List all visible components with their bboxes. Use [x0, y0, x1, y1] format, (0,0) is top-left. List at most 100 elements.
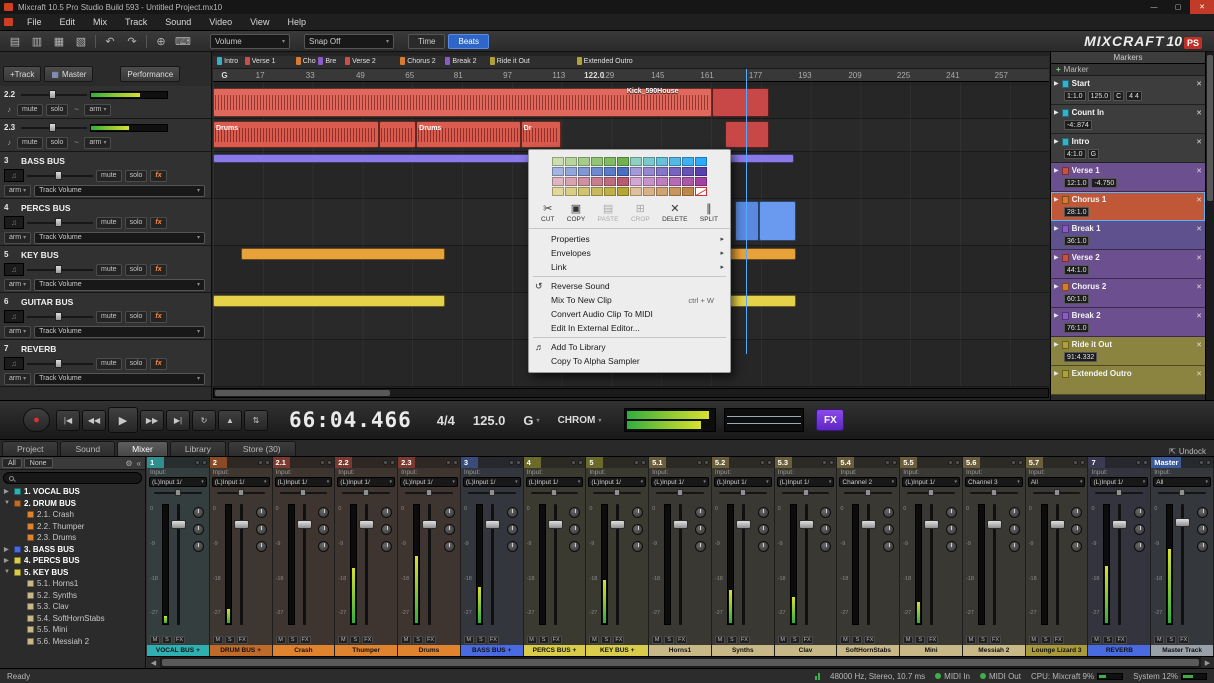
eq-low-knob[interactable] — [1009, 541, 1020, 552]
fx-button[interactable]: FX — [425, 636, 436, 644]
fader-handle[interactable] — [1112, 520, 1127, 529]
pan-handle[interactable] — [175, 489, 181, 496]
solo-button[interactable]: S — [350, 636, 360, 644]
color-swatch[interactable] — [630, 157, 642, 166]
pan-handle[interactable] — [803, 489, 809, 496]
monitor-icon[interactable] — [202, 460, 207, 465]
select-all-button[interactable]: All — [2, 458, 22, 468]
color-swatch[interactable] — [552, 167, 564, 176]
color-swatch[interactable] — [591, 157, 603, 166]
collapse-panel-icon[interactable]: « — [137, 459, 141, 468]
input-select[interactable]: (L)Input 1/▾ — [526, 477, 584, 487]
pan-handle[interactable] — [740, 489, 746, 496]
eq-low-knob[interactable] — [1071, 541, 1082, 552]
marker-row-intro[interactable]: ▶Intro✕4:1.0G — [1051, 134, 1205, 163]
fx-button[interactable]: FX — [676, 636, 687, 644]
eq-high-knob[interactable] — [758, 507, 769, 518]
audio-clip[interactable]: Drums — [416, 121, 521, 148]
eq-mid-knob[interactable] — [632, 524, 643, 535]
color-swatch[interactable] — [669, 157, 681, 166]
tree-item-5-6-messiah-2[interactable]: 5.6. Messiah 2 — [0, 636, 145, 648]
color-swatch[interactable] — [669, 187, 681, 196]
record-arm-icon[interactable] — [885, 460, 890, 465]
section-marker-cho[interactable]: Cho — [296, 57, 316, 65]
record-arm-icon[interactable] — [697, 460, 702, 465]
delete-marker-icon[interactable]: ✕ — [1196, 196, 1202, 204]
open-project-icon[interactable]: ▥ — [27, 33, 47, 50]
monitor-icon[interactable] — [641, 460, 646, 465]
input-select[interactable]: (L)Input 1/▾ — [337, 477, 395, 487]
track-volume-slider[interactable] — [27, 265, 93, 274]
color-swatch[interactable] — [695, 157, 707, 166]
eq-low-knob[interactable] — [507, 541, 518, 552]
key-display[interactable]: G ▾ — [523, 413, 539, 428]
eq-mid-knob[interactable] — [381, 524, 392, 535]
color-swatch[interactable] — [552, 157, 564, 166]
marker-row-chorus-1[interactable]: ▶Chorus 1✕28:1.0 — [1051, 192, 1205, 221]
color-swatch[interactable] — [669, 167, 681, 176]
input-select[interactable]: (L)Input 1/▾ — [212, 477, 270, 487]
eq-high-knob[interactable] — [695, 507, 706, 518]
monitor-icon[interactable] — [955, 460, 960, 465]
add-marker-button[interactable]: + Marker — [1051, 64, 1205, 76]
eq-low-knob[interactable] — [883, 541, 894, 552]
record-arm-icon[interactable] — [1073, 460, 1078, 465]
delete-button[interactable]: ✕DELETE — [662, 203, 687, 223]
input-select[interactable]: (L)Input 1/▾ — [588, 477, 646, 487]
input-select[interactable]: (L)Input 1/▾ — [651, 477, 709, 487]
mute-button[interactable]: M — [903, 636, 913, 644]
fx-button[interactable]: FX — [174, 636, 185, 644]
record-arm-icon[interactable] — [1136, 460, 1141, 465]
delete-marker-icon[interactable]: ✕ — [1196, 341, 1202, 349]
eq-high-knob[interactable] — [1071, 507, 1082, 518]
eq-mid-knob[interactable] — [758, 524, 769, 535]
pan-slider[interactable] — [970, 489, 1018, 497]
snap-dropdown[interactable]: Snap Off ▾ — [304, 34, 394, 49]
tree-item-2-3-drums[interactable]: 2.3. Drums — [0, 532, 145, 544]
eq-high-knob[interactable] — [507, 507, 518, 518]
mute-button[interactable]: M — [338, 636, 348, 644]
tree-item-5-1-horns1[interactable]: 5.1. Horns1 — [0, 578, 145, 590]
fx-button[interactable]: FX — [990, 636, 1001, 644]
context-menu-item-mix-to-new-clip[interactable]: Mix To New Clipctrl + W — [529, 293, 730, 307]
tree-item-5-2-synths[interactable]: 5.2. Synths — [0, 590, 145, 602]
eq-high-knob[interactable] — [444, 507, 455, 518]
pan-handle[interactable] — [991, 489, 997, 496]
menu-item-video[interactable]: Video — [200, 14, 241, 30]
eq-mid-knob[interactable] — [1134, 524, 1145, 535]
pan-handle[interactable] — [300, 489, 306, 496]
tree-item-5-3-clav[interactable]: 5.3. Clav — [0, 601, 145, 613]
pan-handle[interactable] — [614, 489, 620, 496]
record-arm-icon[interactable] — [320, 460, 325, 465]
solo-button[interactable]: S — [727, 636, 737, 644]
color-swatch[interactable] — [578, 187, 590, 196]
record-arm-icon[interactable] — [634, 460, 639, 465]
delete-marker-icon[interactable]: ✕ — [1196, 225, 1202, 233]
fader-handle[interactable] — [987, 520, 1002, 529]
expand-icon[interactable]: ▼ — [4, 569, 11, 575]
tab-library[interactable]: Library — [170, 441, 226, 456]
add-send-button[interactable]: + — [573, 647, 577, 654]
marker-row-break-1[interactable]: ▶Break 1✕36:1.0 — [1051, 221, 1205, 250]
tab-mixer[interactable]: Mixer — [117, 441, 168, 456]
eq-low-knob[interactable] — [695, 541, 706, 552]
fx-button[interactable]: FX — [362, 636, 373, 644]
zoom-icon[interactable]: ⊕ — [151, 33, 171, 50]
monitor-icon[interactable] — [1206, 460, 1211, 465]
slider-handle[interactable] — [49, 90, 56, 99]
menu-item-track[interactable]: Track — [116, 14, 156, 30]
delete-marker-icon[interactable]: ✕ — [1196, 138, 1202, 146]
color-swatch[interactable] — [669, 177, 681, 186]
record-arm-icon[interactable] — [446, 460, 451, 465]
section-marker-verse-2[interactable]: Verse 2 — [345, 57, 376, 65]
color-swatch[interactable] — [565, 157, 577, 166]
arm-button[interactable]: arm▾ — [84, 104, 111, 116]
menu-item-edit[interactable]: Edit — [51, 14, 85, 30]
mute-button[interactable]: M — [1154, 636, 1164, 644]
eq-mid-knob[interactable] — [1071, 524, 1082, 535]
fx-button[interactable]: FX — [864, 636, 875, 644]
pan-slider[interactable] — [531, 489, 579, 497]
timeline-horizontal-scrollbar[interactable] — [213, 388, 1049, 398]
copy-button[interactable]: ▣COPY — [567, 203, 585, 223]
scrollbar-thumb[interactable] — [162, 659, 1199, 666]
